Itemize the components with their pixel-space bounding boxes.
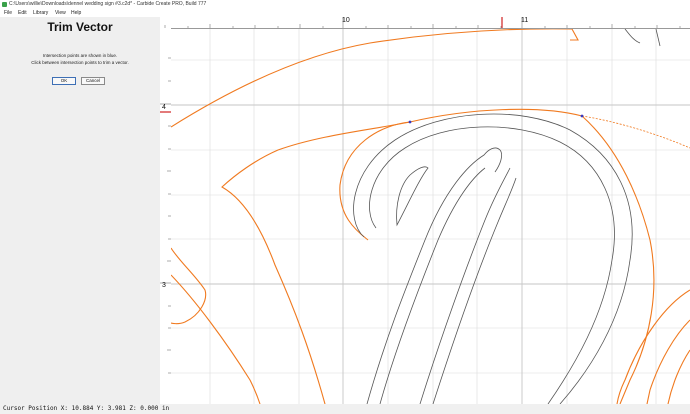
window-title: C:\Users\willie\Downloads\dennel wedding… bbox=[9, 1, 207, 7]
cursor-position: Cursor Position X: 10.884 Y: 3.981 Z: 0.… bbox=[3, 405, 170, 412]
ok-button[interactable]: OK bbox=[52, 77, 76, 85]
ruler-label-3: 3 bbox=[162, 282, 166, 289]
ruler-label-4: 4 bbox=[162, 104, 166, 111]
app-icon bbox=[2, 2, 7, 7]
intersection-point[interactable] bbox=[408, 120, 412, 124]
design-canvas[interactable] bbox=[171, 29, 690, 404]
menu-help[interactable]: Help bbox=[71, 9, 81, 17]
title-bar: C:\Users\willie\Downloads\dennel wedding… bbox=[0, 0, 690, 9]
instruction-line-2: Click between intersection points to tri… bbox=[31, 60, 129, 65]
menu-file[interactable]: File bbox=[4, 9, 12, 17]
horizontal-ruler-ticks bbox=[164, 17, 681, 28]
ruler-label-11: 11 bbox=[521, 17, 529, 24]
horizontal-ruler: 10 11 bbox=[160, 17, 690, 29]
trim-vector-panel: Trim Vector Intersection points are show… bbox=[0, 17, 161, 404]
grid bbox=[171, 29, 690, 404]
instruction-line-1: Intersection points are shown in blue. bbox=[42, 53, 118, 58]
vertical-ruler-ticks bbox=[160, 57, 171, 374]
vector-drawing[interactable] bbox=[171, 29, 690, 404]
menu-library[interactable]: Library bbox=[33, 9, 48, 17]
panel-title: Trim Vector bbox=[47, 20, 113, 34]
intersection-point[interactable] bbox=[580, 114, 584, 118]
menu-bar: File Edit Library View Help bbox=[0, 9, 690, 17]
status-bar: Cursor Position X: 10.884 Y: 3.981 Z: 0.… bbox=[0, 404, 690, 414]
menu-edit[interactable]: Edit bbox=[18, 9, 27, 17]
ruler-label-10: 10 bbox=[342, 17, 350, 24]
letter-outline[interactable] bbox=[353, 29, 661, 404]
cancel-button[interactable]: Cancel bbox=[81, 77, 105, 85]
menu-view[interactable]: View bbox=[55, 9, 66, 17]
